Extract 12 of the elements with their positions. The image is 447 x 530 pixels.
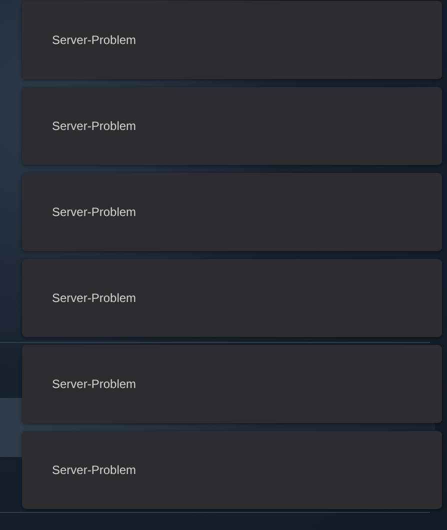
toast-message: Server-Problem — [52, 205, 136, 219]
notification-toast[interactable]: Server-Problem — [22, 1, 442, 79]
notification-toast[interactable]: Server-Problem — [22, 259, 442, 337]
toast-message: Server-Problem — [52, 33, 136, 47]
toast-message: Server-Problem — [52, 119, 136, 133]
toast-message: Server-Problem — [52, 377, 136, 391]
notification-toast[interactable]: Server-Problem — [22, 173, 442, 251]
notification-toast[interactable]: Server-Problem — [22, 431, 442, 509]
notification-toast[interactable]: Server-Problem — [22, 345, 442, 423]
toast-message: Server-Problem — [52, 463, 136, 477]
toast-message: Server-Problem — [52, 291, 136, 305]
notification-toast[interactable]: Server-Problem — [22, 87, 442, 165]
